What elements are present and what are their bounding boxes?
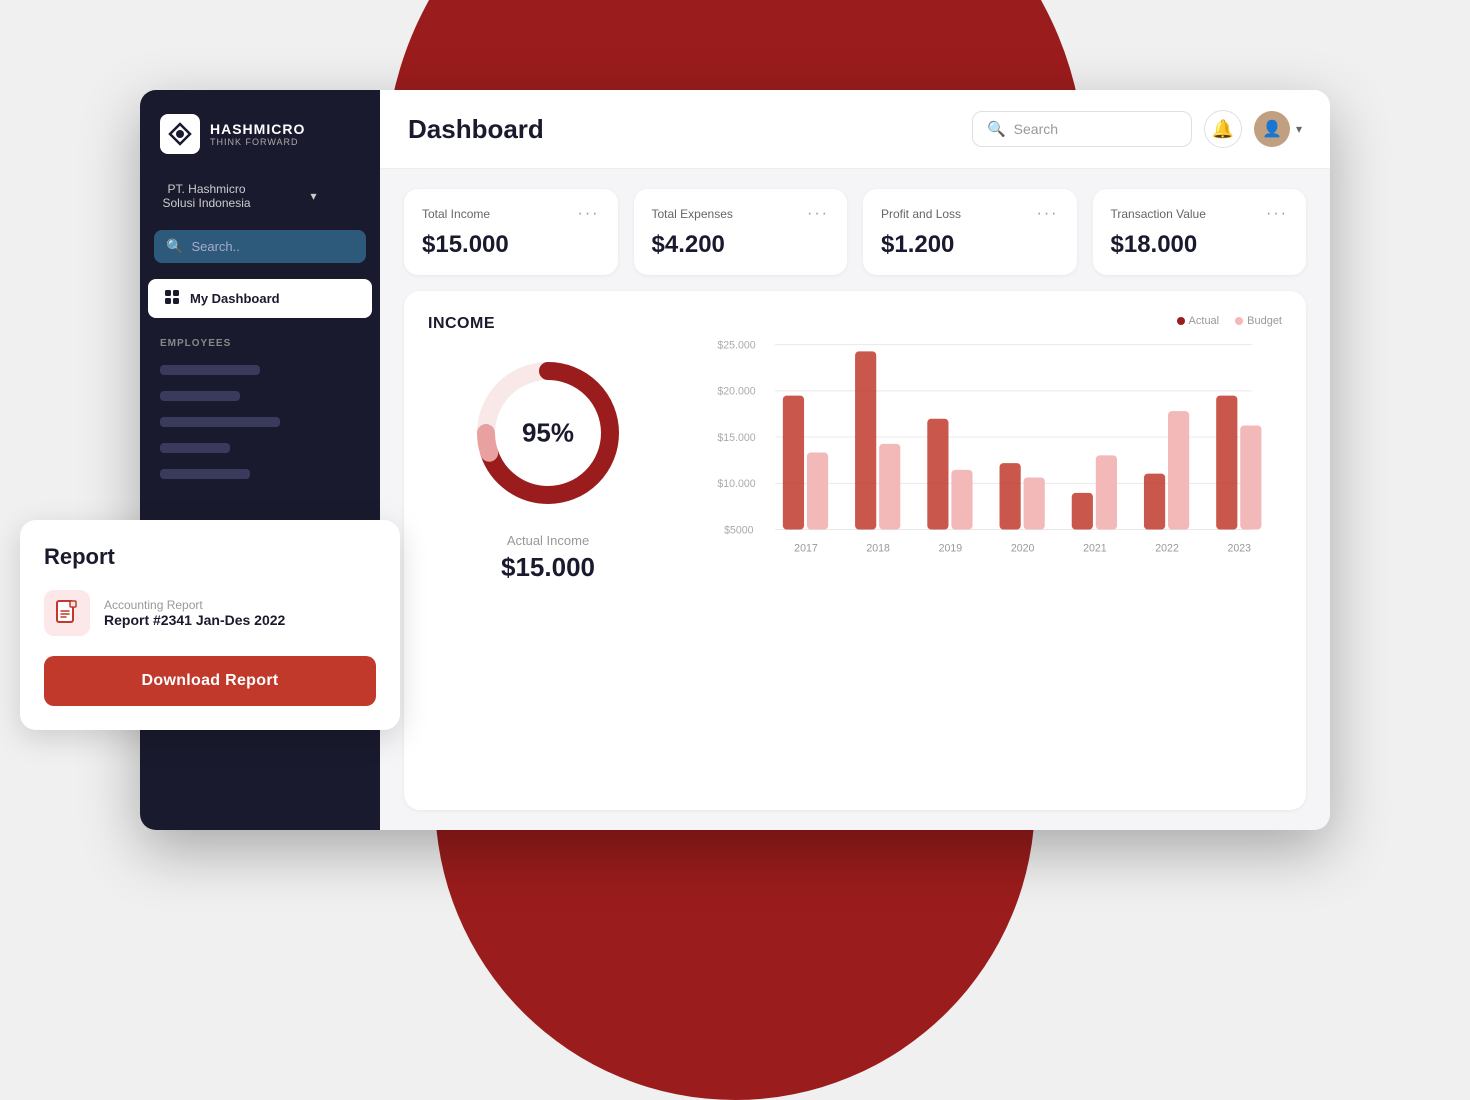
sidebar-section-employees: EMPLOYEES bbox=[140, 322, 380, 357]
actual-income-value: $15.000 bbox=[501, 552, 595, 583]
stat-more-button[interactable]: ··· bbox=[1037, 205, 1059, 223]
stat-card-label: Transaction Value bbox=[1111, 207, 1206, 221]
stat-card-label: Total Income bbox=[422, 207, 490, 221]
bar-chart: $25.000 $20.000 $15.000 $10.000 $5000 bbox=[692, 335, 1282, 595]
stat-more-button[interactable]: ··· bbox=[807, 205, 829, 223]
stat-card-value: $18.000 bbox=[1111, 231, 1289, 259]
avatar: 👤 bbox=[1254, 111, 1290, 147]
search-bar[interactable]: 🔍 bbox=[972, 111, 1192, 147]
income-right: Actual Budget $25.000 $20.000 $15.000 bbox=[692, 315, 1282, 786]
legend-actual: Actual bbox=[1177, 315, 1220, 327]
bell-icon: 🔔 bbox=[1212, 119, 1234, 140]
logo-text: HASHMICRO THINK FORWARD bbox=[210, 121, 305, 147]
stat-card-income: Total Income ··· $15.000 bbox=[404, 189, 618, 275]
sidebar-skeleton-4 bbox=[160, 443, 230, 453]
stat-card-value: $1.200 bbox=[881, 231, 1059, 259]
bell-button[interactable]: 🔔 bbox=[1204, 110, 1242, 148]
sidebar-skeleton-5 bbox=[160, 469, 250, 479]
download-report-button[interactable]: Download Report bbox=[44, 656, 376, 706]
sidebar-search[interactable]: 🔍 bbox=[154, 230, 366, 263]
legend-dot-actual bbox=[1177, 317, 1185, 325]
sidebar-item-dashboard[interactable]: My Dashboard bbox=[148, 279, 372, 318]
stat-card-value: $15.000 bbox=[422, 231, 600, 259]
svg-text:$25.000: $25.000 bbox=[717, 339, 755, 351]
report-card: Report Accounting Report Report #2341 Ja… bbox=[20, 520, 400, 730]
chevron-down-icon: ▾ bbox=[1296, 122, 1302, 136]
avatar-button[interactable]: 👤 ▾ bbox=[1254, 111, 1302, 147]
svg-text:$20.000: $20.000 bbox=[717, 386, 755, 398]
search-icon: 🔍 bbox=[166, 238, 183, 255]
report-file-icon bbox=[44, 590, 90, 636]
stat-more-button[interactable]: ··· bbox=[1266, 205, 1288, 223]
report-type: Accounting Report bbox=[104, 598, 285, 612]
stat-card-profit: Profit and Loss ··· $1.200 bbox=[863, 189, 1077, 275]
stat-card-header: Total Income ··· bbox=[422, 205, 600, 223]
page-title: Dashboard bbox=[408, 114, 544, 145]
stat-card-label: Profit and Loss bbox=[881, 207, 961, 221]
sidebar-skeleton-3 bbox=[160, 417, 280, 427]
svg-text:2022: 2022 bbox=[1155, 543, 1179, 555]
sidebar-skeleton-2 bbox=[160, 391, 240, 401]
legend-budget: Budget bbox=[1235, 315, 1282, 327]
donut-percent: 95% bbox=[522, 418, 574, 449]
stat-card-header: Profit and Loss ··· bbox=[881, 205, 1059, 223]
report-name: Report #2341 Jan-Des 2022 bbox=[104, 612, 285, 628]
report-card-title: Report bbox=[44, 544, 376, 570]
sidebar-skeleton-1 bbox=[160, 365, 260, 375]
header: Dashboard 🔍 🔔 👤 ▾ bbox=[380, 90, 1330, 169]
stat-card-expenses: Total Expenses ··· $4.200 bbox=[634, 189, 848, 275]
svg-text:2019: 2019 bbox=[939, 543, 963, 555]
legend-dot-budget bbox=[1235, 317, 1243, 325]
income-section: INCOME 95% Actual Income bbox=[404, 291, 1306, 810]
search-input[interactable] bbox=[1014, 121, 1177, 137]
income-left: INCOME 95% Actual Income bbox=[428, 315, 668, 786]
income-title: INCOME bbox=[428, 315, 495, 333]
header-right: 🔍 🔔 👤 ▾ bbox=[972, 110, 1302, 148]
svg-text:$15.000: $15.000 bbox=[717, 432, 755, 444]
company-selector[interactable]: PT. Hashmicro Solusi Indonesia ▾ bbox=[140, 174, 380, 218]
svg-text:2020: 2020 bbox=[1011, 543, 1035, 555]
logo-icon bbox=[160, 114, 200, 154]
sidebar-item-label: My Dashboard bbox=[190, 291, 280, 306]
stat-card-label: Total Expenses bbox=[652, 207, 733, 221]
stat-card-header: Transaction Value ··· bbox=[1111, 205, 1289, 223]
stat-more-button[interactable]: ··· bbox=[578, 205, 600, 223]
stat-card-header: Total Expenses ··· bbox=[652, 205, 830, 223]
donut-center: 95% bbox=[522, 418, 574, 449]
grid-icon bbox=[164, 289, 180, 308]
report-file-row: Accounting Report Report #2341 Jan-Des 2… bbox=[44, 590, 376, 636]
sidebar-logo: HASHMICRO THINK FORWARD bbox=[140, 114, 380, 174]
svg-text:$5000: $5000 bbox=[724, 524, 754, 536]
search-icon: 🔍 bbox=[987, 120, 1006, 138]
svg-text:2018: 2018 bbox=[866, 543, 890, 555]
svg-text:2021: 2021 bbox=[1083, 543, 1107, 555]
stat-card-transaction: Transaction Value ··· $18.000 bbox=[1093, 189, 1307, 275]
chart-legend: Actual Budget bbox=[692, 315, 1282, 327]
report-file-info: Accounting Report Report #2341 Jan-Des 2… bbox=[104, 598, 285, 628]
stats-row: Total Income ··· $15.000 Total Expenses … bbox=[380, 169, 1330, 291]
main-content: Dashboard 🔍 🔔 👤 ▾ Total Income bbox=[380, 90, 1330, 830]
svg-text:2023: 2023 bbox=[1228, 543, 1252, 555]
chevron-down-icon: ▾ bbox=[263, 189, 364, 203]
svg-text:2017: 2017 bbox=[794, 543, 818, 555]
svg-text:$10.000: $10.000 bbox=[717, 478, 755, 490]
donut-chart: 95% bbox=[468, 353, 628, 513]
sidebar-search-input[interactable] bbox=[191, 239, 354, 254]
actual-income-label: Actual Income bbox=[507, 533, 589, 548]
stat-card-value: $4.200 bbox=[652, 231, 830, 259]
